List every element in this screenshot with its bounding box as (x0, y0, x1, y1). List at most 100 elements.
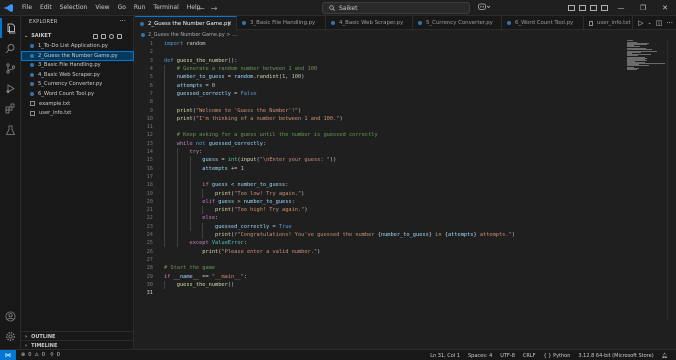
notifications-bell-icon[interactable]: 🔔︎ (662, 353, 668, 359)
file-item-selected[interactable]: 2_Guess the Number Game.py (21, 51, 134, 61)
accounts-icon[interactable] (0, 306, 21, 326)
menu-run[interactable]: Run (130, 0, 150, 16)
file-item[interactable]: 3_Basic File Handling.py (21, 61, 134, 71)
file-item[interactable]: user_info.txt (21, 109, 134, 119)
code-text: try: (189, 149, 203, 156)
customize-layout-icon[interactable] (599, 0, 610, 16)
code-line[interactable]: 19 print("Too low! Try again.") (135, 189, 627, 197)
extensions-icon[interactable] (0, 98, 21, 118)
menu-view[interactable]: View (91, 0, 113, 16)
manage-gear-icon[interactable] (0, 326, 21, 346)
new-file-icon[interactable] (93, 33, 98, 39)
code-line[interactable]: 14 try: (135, 148, 627, 156)
close-window-icon[interactable]: ✕ (654, 0, 676, 16)
run-and-debug-icon[interactable] (0, 78, 21, 98)
code-line[interactable]: 18 if guess < number_to_guess: (135, 181, 627, 189)
toggle-secondary-sidebar-icon[interactable] (588, 0, 599, 16)
minimap[interactable] (627, 40, 667, 70)
restore-icon[interactable]: ❐ (632, 0, 654, 16)
file-item[interactable]: 1_To-Do List Application.py (21, 41, 134, 51)
file-item[interactable]: example.txt (21, 99, 134, 109)
file-item[interactable]: 6_Word Count Tool.py (21, 89, 134, 99)
tab-word-count-tool[interactable]: 6_Word Count Tool.py (502, 16, 584, 30)
code-line[interactable]: 30 guess_the_number() (135, 281, 627, 289)
code-line[interactable]: 1 import random (135, 40, 627, 48)
minimize-icon[interactable]: — (610, 0, 632, 16)
encoding[interactable]: UTF-8 (500, 353, 515, 359)
indent-guide (202, 206, 204, 215)
tab-currency-converter[interactable]: 5_Currency Converter.py (413, 16, 502, 30)
toggle-primary-sidebar-icon[interactable] (566, 0, 577, 16)
menu-go[interactable]: Go (114, 0, 130, 16)
forward-arrow-icon[interactable]: → (211, 4, 218, 13)
code-line[interactable]: 17 (135, 173, 627, 181)
code-line[interactable]: 2 (135, 48, 627, 56)
split-editor-icon[interactable]: ◫ (656, 19, 663, 27)
code-text: while not guessed_correctly: (176, 140, 267, 147)
breadcrumb[interactable]: 2_Guess the Number Game.py > ... (141, 31, 237, 39)
code-line[interactable]: 24 print(f"Congratulations! You've guess… (135, 231, 627, 239)
refresh-icon[interactable] (109, 33, 114, 39)
ports-indicator[interactable]: ⚲ 0 (50, 352, 60, 358)
remote-indicator-icon[interactable]: ⋈ (0, 349, 16, 360)
problems-indicator[interactable]: ⊗ 0 ⚠ 0 (21, 352, 45, 358)
file-item[interactable]: 5_Currency Converter.py (21, 80, 134, 90)
explorer-icon[interactable] (0, 18, 21, 38)
vertical-scrollbar[interactable] (667, 40, 674, 320)
cursor-position[interactable]: Ln 31, Col 1 (430, 353, 460, 359)
run-dropdown-chevron-icon[interactable]: ⌄ (647, 20, 651, 26)
menu-file[interactable]: File (18, 0, 36, 16)
collapse-all-icon[interactable] (117, 33, 122, 39)
tab-guess-the-number[interactable]: 2_Guess the Number Game.py × (135, 16, 237, 30)
code-line[interactable]: 22 else: (135, 214, 627, 222)
code-line[interactable]: 10 print("I'm thinking of a number betwe… (135, 115, 627, 123)
command-center-search[interactable]: Saiket (322, 2, 470, 14)
code-line[interactable]: 3 def guess_the_number(): (135, 57, 627, 65)
new-folder-icon[interactable] (101, 33, 106, 39)
code-line[interactable]: 23 guessed_correctly = True (135, 223, 627, 231)
code-line[interactable]: 20 elif guess > number_to_guess: (135, 198, 627, 206)
code-line[interactable]: 5 number_to_guess = random.randint(1, 10… (135, 73, 627, 81)
menu-selection[interactable]: Selection (56, 0, 92, 16)
line-ending[interactable]: CRLF (523, 353, 536, 359)
close-tab-icon[interactable]: × (227, 20, 232, 27)
more-actions-icon[interactable]: ··· (119, 17, 126, 25)
toggle-panel-icon[interactable] (577, 0, 588, 16)
more-actions-icon[interactable]: ··· (666, 19, 673, 27)
code-line[interactable]: 15 guess = int(input("\nEnter your guess… (135, 156, 627, 164)
code-line[interactable]: 6 attempts = 0 (135, 82, 627, 90)
code-line[interactable]: 29 if __name__ == "__main__": (135, 272, 627, 280)
code-line[interactable]: 9 print("Welcome to 'Guess the Number'!"… (135, 106, 627, 114)
tab-basic-file-handling[interactable]: 3_Basic File Handling.py (237, 16, 326, 30)
code-line[interactable]: 21 print("Too high! Try again.") (135, 206, 627, 214)
code-line[interactable]: 26 print("Please enter a valid number.") (135, 248, 627, 256)
code-editor[interactable]: 1 import random 2 3 def guess_the_number(): 4… (135, 40, 627, 308)
tab-user-info[interactable]: user_info.txt (584, 16, 633, 30)
code-line[interactable]: 16 attempts += 1 (135, 165, 627, 173)
code-line[interactable]: 25 except ValueError: (135, 239, 627, 247)
code-line[interactable]: 11 (135, 123, 627, 131)
code-line[interactable]: 31 (135, 289, 627, 297)
python-interpreter[interactable]: 3.12.8 64-bit (Microsoft Store) (578, 353, 653, 359)
indentation[interactable]: Spaces: 4 (468, 353, 492, 359)
copilot-icon[interactable] (478, 3, 491, 13)
back-arrow-icon[interactable]: ← (198, 4, 205, 13)
source-control-icon[interactable] (0, 58, 21, 78)
menu-edit[interactable]: Edit (36, 0, 56, 16)
line-number: 3 (149, 57, 153, 64)
code-line[interactable]: 28 # Start the game (135, 264, 627, 272)
code-line[interactable]: 13 while not guessed_correctly: (135, 140, 627, 148)
code-line[interactable]: 4 # Generate a random number between 1 a… (135, 65, 627, 73)
code-line[interactable]: 27 (135, 256, 627, 264)
tab-basic-web-scraper[interactable]: 4_Basic Web Scraper.py (326, 16, 413, 30)
language-mode[interactable]: { } Python (544, 353, 571, 359)
code-line[interactable]: 7 guessed_correctly = False (135, 90, 627, 98)
code-line[interactable]: 8 (135, 98, 627, 106)
file-item[interactable]: 4_Basic Web Scraper.py (21, 70, 134, 80)
editor-tab-bar: 2_Guess the Number Game.py × 3_Basic Fil… (135, 16, 676, 30)
menu-terminal[interactable]: Terminal (149, 0, 182, 16)
code-line[interactable]: 12 # Keep asking for a guess until the n… (135, 131, 627, 139)
run-python-file-icon[interactable]: ▷ (638, 19, 643, 27)
testing-flask-icon[interactable] (0, 120, 21, 140)
search-view-icon[interactable] (0, 38, 21, 58)
